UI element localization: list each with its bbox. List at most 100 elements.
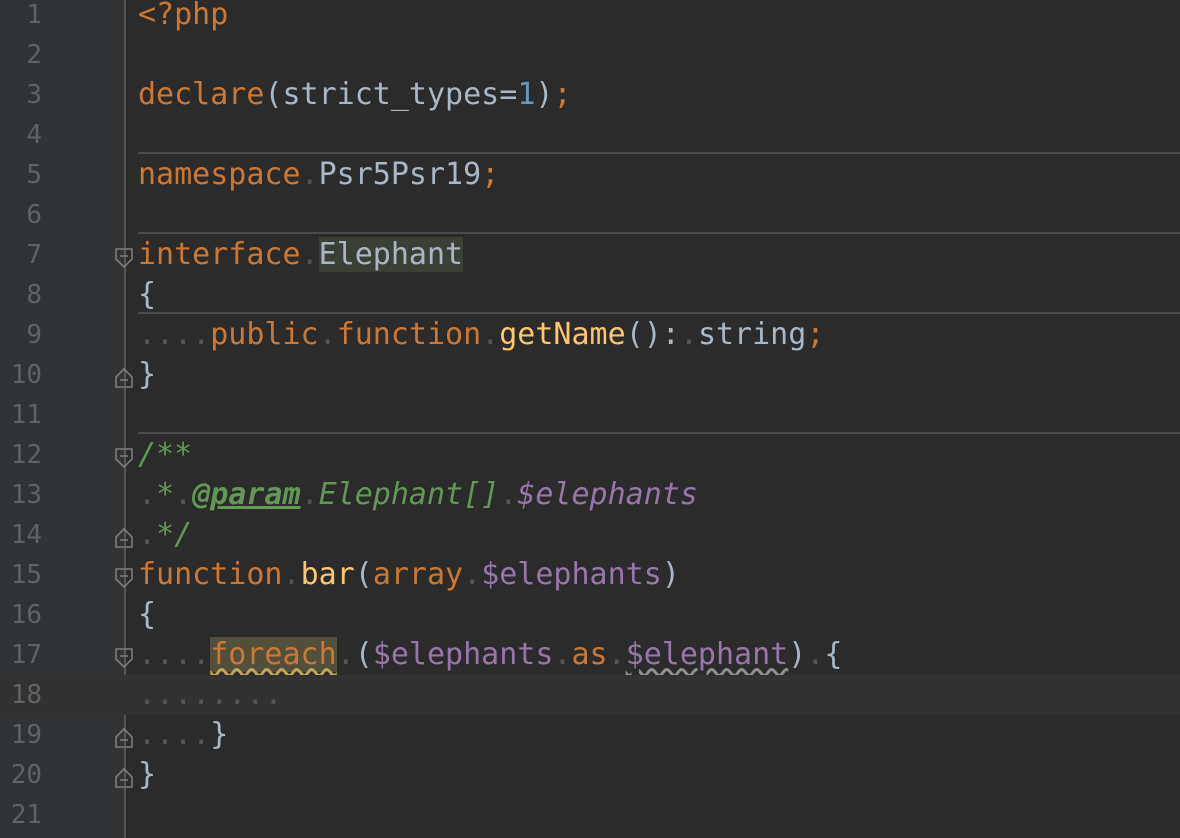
semicolon: ; — [553, 77, 572, 112]
code-line[interactable]: 4 — [0, 115, 1180, 155]
brace: } — [138, 757, 157, 792]
indent-dots: .... — [138, 317, 211, 352]
keyword-warning[interactable]: foreach — [210, 637, 337, 672]
code-text: ) — [535, 77, 554, 112]
brace: { — [824, 637, 843, 672]
line-code[interactable]: { — [138, 595, 156, 635]
code-line[interactable]: 13 .*.@param.Elephant[].$elephants — [0, 475, 1180, 515]
line-number: 14 — [10, 520, 42, 550]
line-code[interactable]: declare(strict_types=1); — [138, 75, 572, 115]
line-code[interactable]: { — [138, 275, 156, 315]
line-number: 9 — [26, 320, 42, 350]
line-number: 16 — [10, 600, 42, 630]
line-code[interactable]: namespace.Psr5Psr19; — [138, 155, 499, 195]
whitespace-dot: . — [806, 637, 825, 672]
code-line[interactable]: 2 — [0, 35, 1180, 75]
code-line[interactable]: 3 declare(strict_types=1); — [0, 75, 1180, 115]
line-number: 5 — [26, 160, 42, 190]
code-line[interactable]: 21 — [0, 795, 1180, 835]
line-code[interactable]: <?php — [138, 0, 228, 35]
line-code[interactable]: .*.@param.Elephant[].$elephants — [138, 475, 698, 515]
line-code[interactable]: } — [138, 755, 156, 795]
code-line[interactable]: 12 /** — [0, 435, 1180, 475]
line-number: 10 — [10, 360, 42, 390]
fold-close-icon[interactable] — [114, 763, 134, 788]
interface-name-highlighted[interactable]: Elephant — [318, 237, 464, 272]
code-editor[interactable]: 1 <?php 2 3 declare(strict_types=1); 4 5… — [0, 0, 1180, 838]
line-number: 2 — [26, 40, 42, 70]
whitespace-dot: . — [300, 157, 319, 192]
code-line[interactable]: 20 } — [0, 755, 1180, 795]
code-line[interactable]: 5 namespace.Psr5Psr19; — [0, 155, 1180, 195]
current-line[interactable]: 18 ........ — [0, 675, 1180, 715]
fold-open-icon[interactable] — [114, 563, 134, 589]
whitespace-dot: . — [174, 477, 193, 512]
code-line[interactable]: 14 .*/ — [0, 515, 1180, 555]
unused-variable-warning[interactable]: $elephant — [626, 637, 789, 672]
line-number: 3 — [26, 80, 42, 110]
variable: $elephants — [372, 637, 554, 672]
line-code[interactable]: ........ — [138, 675, 283, 715]
function-name: bar — [300, 557, 355, 592]
line-number: 4 — [26, 120, 42, 150]
line-code[interactable]: function.bar(array.$elephants) — [138, 555, 680, 595]
fold-open-icon[interactable] — [114, 643, 134, 669]
line-code[interactable]: interface.Elephant — [138, 235, 464, 275]
line-code[interactable]: ....} — [138, 715, 228, 755]
doc-tag: @param — [192, 477, 301, 512]
whitespace-dot: . — [318, 317, 337, 352]
code-text: ) — [788, 637, 807, 672]
doc-comment: /** — [138, 437, 193, 472]
fold-close-icon[interactable] — [114, 363, 134, 388]
fold-open-icon[interactable] — [114, 443, 134, 469]
line-code[interactable]: .*/ — [138, 515, 192, 555]
number-literal: 1 — [517, 77, 536, 112]
line-code[interactable]: ....public.function.getName():.string; — [138, 315, 824, 355]
namespace-name: Psr5Psr19 — [318, 157, 482, 192]
line-number: 12 — [10, 440, 42, 470]
brace: { — [138, 277, 157, 312]
whitespace-dot: . — [336, 637, 355, 672]
line-number: 18 — [10, 680, 42, 710]
whitespace-dot: . — [300, 477, 319, 512]
fold-open-icon[interactable] — [114, 243, 134, 269]
code-line[interactable]: 16 { — [0, 595, 1180, 635]
line-number: 20 — [10, 760, 42, 790]
line-number: 11 — [10, 400, 42, 430]
code-text: ( — [354, 557, 373, 592]
code-line[interactable]: 17 ....foreach.($elephants.as.$elephant)… — [0, 635, 1180, 675]
whitespace-dot: . — [553, 637, 572, 672]
whitespace-dot: . — [300, 237, 319, 272]
whitespace-dot: . — [138, 477, 157, 512]
fold-close-icon[interactable] — [114, 723, 134, 748]
code-line[interactable]: 1 <?php — [0, 0, 1180, 35]
php-open-tag: <?php — [138, 0, 229, 32]
code-line[interactable]: 19 ....} — [0, 715, 1180, 755]
keyword: function — [336, 317, 482, 352]
whitespace-dot: . — [607, 637, 626, 672]
brace: { — [138, 597, 157, 632]
code-line[interactable]: 10 } — [0, 355, 1180, 395]
line-code[interactable]: ....foreach.($elephants.as.$elephant).{ — [138, 635, 842, 675]
code-text: (strict_types= — [264, 77, 518, 112]
fold-close-icon[interactable] — [114, 523, 134, 548]
whitespace-dot: . — [499, 477, 518, 512]
line-code[interactable]: /** — [138, 435, 192, 475]
keyword: public — [210, 317, 319, 352]
line-number: 6 — [26, 200, 42, 230]
line-number: 19 — [10, 720, 42, 750]
code-line[interactable]: 6 — [0, 195, 1180, 235]
brace: } — [210, 717, 229, 752]
line-number: 21 — [10, 800, 42, 830]
code-line[interactable]: 8 { — [0, 275, 1180, 315]
semicolon: ; — [806, 317, 825, 352]
line-code[interactable]: } — [138, 355, 156, 395]
line-number: 7 — [26, 240, 42, 270]
code-line[interactable]: 11 — [0, 395, 1180, 435]
keyword: interface — [138, 237, 301, 272]
doc-comment: * — [156, 477, 175, 512]
whitespace-dot: . — [282, 557, 301, 592]
code-line[interactable]: 9 ....public.function.getName():.string; — [0, 315, 1180, 355]
code-line[interactable]: 15 function.bar(array.$elephants) — [0, 555, 1180, 595]
code-line[interactable]: 7 interface.Elephant — [0, 235, 1180, 275]
